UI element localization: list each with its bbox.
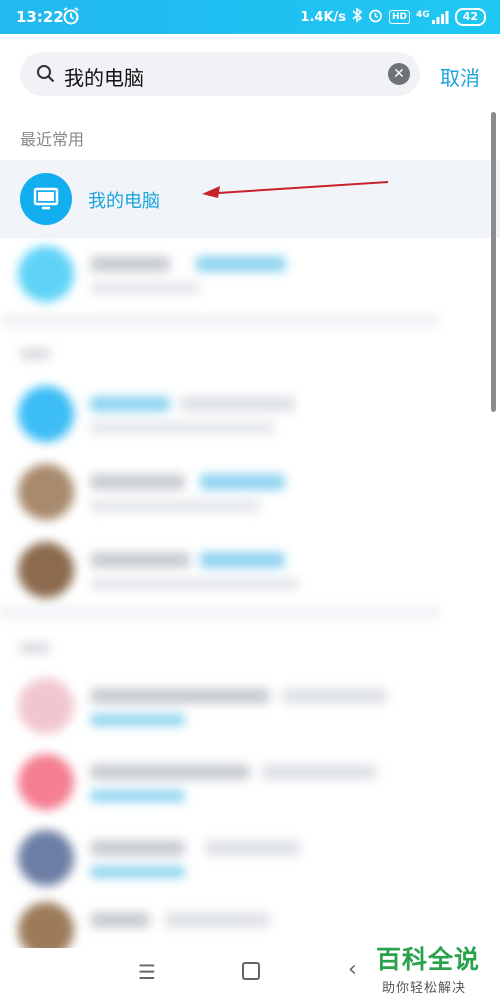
watermark-logo: 百科全说 助你轻松解决 [376,940,494,996]
blurred-text [90,474,185,490]
blurred-text [180,396,295,412]
blurred-text [90,714,185,726]
blurred-text [200,474,285,490]
network-type: 4G [416,10,430,20]
signal-icon: 4G [416,10,449,24]
blurred-text [90,422,275,434]
list-item[interactable] [0,746,440,826]
blurred-text [90,790,185,802]
avatar [18,246,74,302]
result-item-label: 我的电脑 [88,191,160,212]
avatar [18,386,74,442]
blurred-section-label [20,348,50,360]
cancel-button[interactable]: 取消 [440,62,480,91]
list-item[interactable] [0,534,440,614]
avatar [18,830,74,886]
hd-badge: HD [389,10,411,24]
list-item[interactable] [0,456,440,536]
alarm-status-icon [368,7,383,27]
back-icon[interactable]: ‹ [348,957,357,982]
list-item[interactable] [0,822,440,902]
blurred-text [196,256,286,272]
search-icon [36,64,56,88]
avatar [18,754,74,810]
watermark-subtitle: 助你轻松解决 [382,981,467,996]
status-icons: 1.4K/s HD 4G 42 [300,7,486,27]
clear-search-icon[interactable]: ✕ [388,63,410,85]
blurred-text [90,840,185,856]
home-icon[interactable] [242,962,260,980]
blurred-text [90,282,200,294]
blurred-text [262,764,377,780]
blurred-text [282,688,387,704]
blurred-text [205,840,300,856]
divider [0,314,440,328]
avatar [18,678,74,734]
blurred-section-label [20,642,50,654]
divider [0,606,440,620]
section-label-recent: 最近常用 [20,130,85,149]
monitor-icon [33,187,59,210]
avatar [18,464,74,520]
menu-icon[interactable]: ☰ [138,960,156,984]
scrollbar[interactable] [491,112,496,412]
list-item[interactable] [0,378,440,458]
watermark-title: 百科全说 [376,945,481,974]
status-bar: 13:22 1.4K/s HD 4G 42 [0,0,500,34]
avatar [18,542,74,598]
battery-indicator: 42 [454,8,486,26]
search-header: 我的电脑 ✕ 取消 [0,34,500,114]
search-input[interactable]: 我的电脑 ✕ [20,52,420,96]
avatar [20,173,72,225]
blurred-text [90,578,300,590]
blurred-text [90,912,150,928]
blurred-text [165,912,270,928]
list-item[interactable] [0,238,440,318]
blurred-text [200,552,285,568]
search-query[interactable]: 我的电脑 [64,62,144,91]
bluetooth-icon [352,7,363,27]
blurred-text [90,500,260,512]
blurred-text [90,866,185,878]
blurred-text [90,688,270,704]
annotation-arrow [202,181,389,198]
list-item[interactable] [0,670,440,750]
alarm-icon [62,6,80,30]
blurred-text [90,256,170,272]
blurred-results [0,238,500,958]
blurred-text [90,396,170,412]
network-speed: 1.4K/s [300,9,347,25]
status-time: 13:22 [16,8,64,26]
blurred-text [90,764,250,780]
blurred-text [90,552,190,568]
